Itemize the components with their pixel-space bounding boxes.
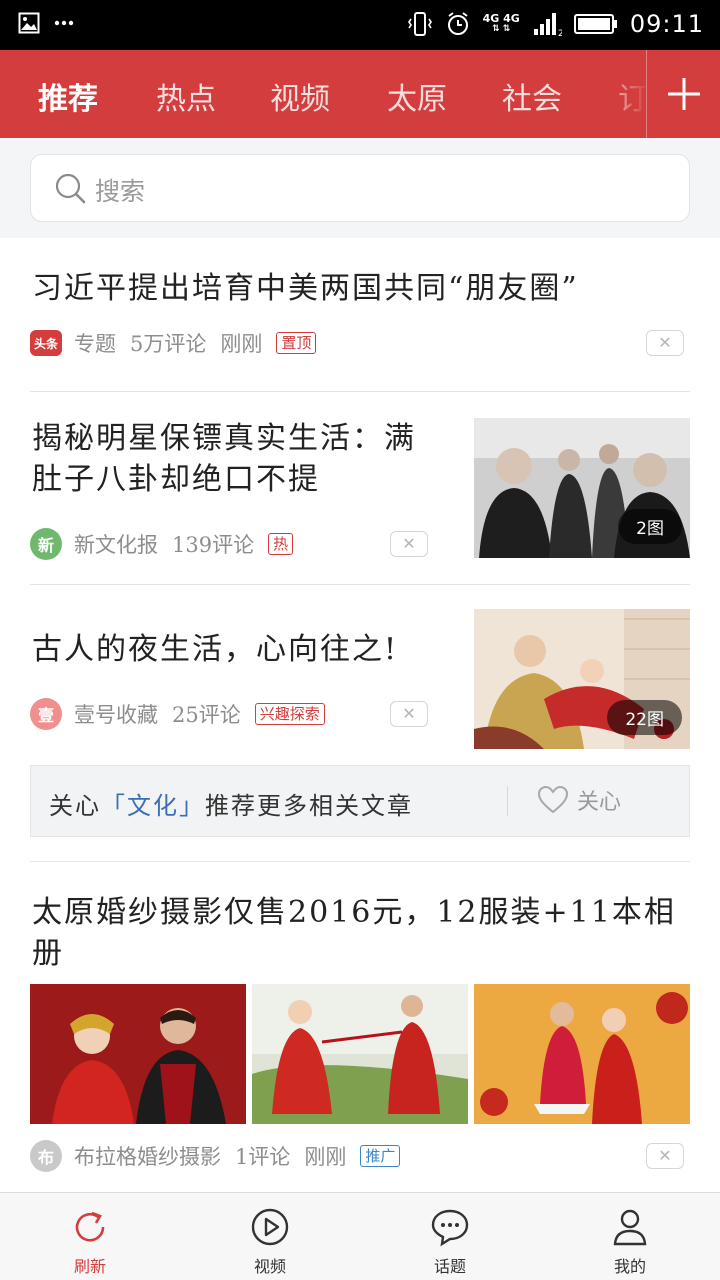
article-thumbnail[interactable]: 22图: [474, 609, 690, 749]
nav-refresh[interactable]: 刷新: [0, 1193, 180, 1280]
ad-badge: 推广: [360, 1145, 401, 1167]
bottom-nav: 刷新 视频 话题 我的: [0, 1192, 720, 1280]
status-time: 09:11: [629, 10, 704, 38]
follow-prefix: 关心: [49, 792, 101, 820]
nav-label: 视频: [253, 1257, 286, 1276]
comment-count: 25评论: [172, 703, 241, 727]
search-input[interactable]: 搜索: [30, 154, 690, 222]
article-title[interactable]: 揭秘明星保镖真实生活：满肚子八卦却绝口不提: [32, 418, 444, 500]
article-image-3[interactable]: [474, 984, 690, 1124]
article-title[interactable]: 太原婚纱摄影仅售2016元，12服装+11本相册: [32, 892, 692, 974]
source-name[interactable]: 壹号收藏: [74, 699, 158, 729]
search-area: 搜索: [0, 138, 720, 238]
battery-icon: [573, 14, 617, 34]
wedding-photo-3-image: [474, 984, 690, 1124]
source-name[interactable]: 新文化报: [74, 529, 158, 559]
source-logo: 头条: [30, 330, 62, 356]
article-meta: 新 新文化报 139评论 热: [30, 528, 294, 560]
article-title[interactable]: 古人的夜生活，心向往之!: [32, 629, 444, 670]
alarm-icon: [447, 12, 468, 35]
source-name[interactable]: 专题: [74, 328, 116, 358]
dismiss-button[interactable]: ✕: [390, 701, 428, 727]
add-channel-button[interactable]: [646, 50, 720, 138]
nav-label: 刷新: [73, 1257, 106, 1276]
article-card-1[interactable]: 习近平提出培育中美两国共同“朋友圈” 头条 专题 5万评论 刚刚 置顶 ✕: [0, 238, 720, 391]
comment-count: 1评论: [235, 1145, 291, 1169]
nav-label: 话题: [433, 1257, 466, 1276]
network-label: 4G 4G: [482, 12, 520, 25]
play-icon: [251, 1208, 289, 1246]
article-meta: 壹 壹号收藏 25评论 兴趣探索: [30, 698, 325, 730]
user-icon: [613, 1209, 647, 1246]
pinned-badge: 置顶: [276, 332, 317, 354]
image-count-badge: 2图: [618, 509, 682, 544]
article-meta: 头条 专题 5万评论 刚刚 置顶: [30, 328, 317, 358]
chat-icon: [431, 1209, 469, 1247]
tab-society[interactable]: 社会: [502, 74, 562, 118]
nav-video[interactable]: 视频: [180, 1193, 360, 1280]
source-name[interactable]: 布拉格婚纱摄影: [74, 1141, 221, 1171]
publish-time: 刚刚: [220, 332, 263, 356]
follow-topic-name[interactable]: 「文化」: [101, 792, 205, 820]
signal-icon: 2: [533, 13, 562, 37]
nav-topic[interactable]: 话题: [360, 1193, 540, 1280]
channel-tabs: 推荐 热点 视频 太原 社会 订阅: [0, 50, 648, 138]
hot-badge: 热: [268, 533, 294, 555]
comment-count: 139评论: [172, 533, 255, 557]
dismiss-button[interactable]: ✕: [646, 330, 684, 356]
article-image-1[interactable]: [30, 984, 246, 1124]
article-card-4[interactable]: 太原婚纱摄影仅售2016元，12服装+11本相册 布 布拉格婚纱摄影 1评论 刚…: [0, 862, 720, 1192]
follow-suffix: 推荐更多相关文章: [205, 792, 413, 820]
article-image-2[interactable]: [252, 984, 468, 1124]
channel-bar: 推荐 热点 视频 太原 社会 订阅: [0, 50, 720, 138]
follow-separator: [507, 786, 508, 816]
article-card-3[interactable]: 古人的夜生活，心向往之! 壹 壹号收藏 25评论 兴趣探索 ✕ 22图: [0, 585, 720, 755]
more-notifications-icon: [54, 20, 74, 26]
source-avatar: 壹: [30, 698, 62, 730]
dismiss-button[interactable]: ✕: [390, 531, 428, 557]
svg-text:2: 2: [558, 29, 562, 37]
status-left: [18, 12, 74, 34]
follow-topic-bar[interactable]: 关心「文化」推荐更多相关文章 关心: [30, 765, 690, 837]
refresh-icon: [75, 1211, 105, 1242]
comment-count: 5万评论: [130, 332, 207, 356]
dismiss-button[interactable]: ✕: [646, 1143, 684, 1169]
status-right: 4G 4G ⇅ ⇅ 2 09:11: [407, 10, 704, 38]
article-thumbnail[interactable]: 2图: [474, 418, 690, 558]
search-placeholder: 搜索: [95, 177, 146, 206]
tab-taiyuan[interactable]: 太原: [387, 74, 447, 118]
plus-icon: [667, 78, 700, 110]
close-icon: ✕: [658, 1146, 672, 1165]
close-icon: ✕: [658, 333, 672, 352]
follow-prompt: 关心「文化」推荐更多相关文章: [49, 786, 413, 821]
follow-button[interactable]: 关心: [537, 784, 621, 816]
follow-button-label: 关心: [577, 790, 622, 815]
article-meta: 布 布拉格婚纱摄影 1评论 刚刚 推广: [30, 1140, 401, 1172]
data-arrows: ⇅ ⇅: [492, 24, 511, 34]
interest-badge: 兴趣探索: [254, 703, 325, 725]
tab-fade: [600, 50, 648, 138]
network-type: 4G 4G ⇅ ⇅: [483, 13, 520, 35]
vibrate-icon: [407, 12, 432, 36]
tab-recommend[interactable]: 推荐: [38, 74, 98, 118]
close-icon: ✕: [402, 704, 416, 723]
source-avatar: 布: [30, 1140, 62, 1172]
tab-hot[interactable]: 热点: [156, 74, 216, 118]
status-bar: 4G 4G ⇅ ⇅ 2 09:11: [0, 0, 720, 50]
publish-time: 刚刚: [304, 1145, 347, 1169]
article-title[interactable]: 习近平提出培育中美两国共同“朋友圈”: [32, 268, 692, 309]
nav-label: 我的: [613, 1257, 646, 1276]
heart-icon: [537, 786, 569, 814]
nav-profile[interactable]: 我的: [540, 1193, 720, 1280]
tab-video[interactable]: 视频: [270, 74, 330, 118]
search-icon: [55, 173, 86, 204]
image-count-badge: 22图: [607, 700, 682, 735]
gallery-notification-icon: [18, 12, 40, 34]
wedding-photo-1-image: [30, 984, 246, 1124]
article-card-2[interactable]: 揭秘明星保镖真实生活：满肚子八卦却绝口不提 新 新文化报 139评论 热 ✕ 2…: [0, 392, 720, 584]
wedding-photo-2-image: [252, 984, 468, 1124]
source-avatar: 新: [30, 528, 62, 560]
close-icon: ✕: [402, 534, 416, 553]
